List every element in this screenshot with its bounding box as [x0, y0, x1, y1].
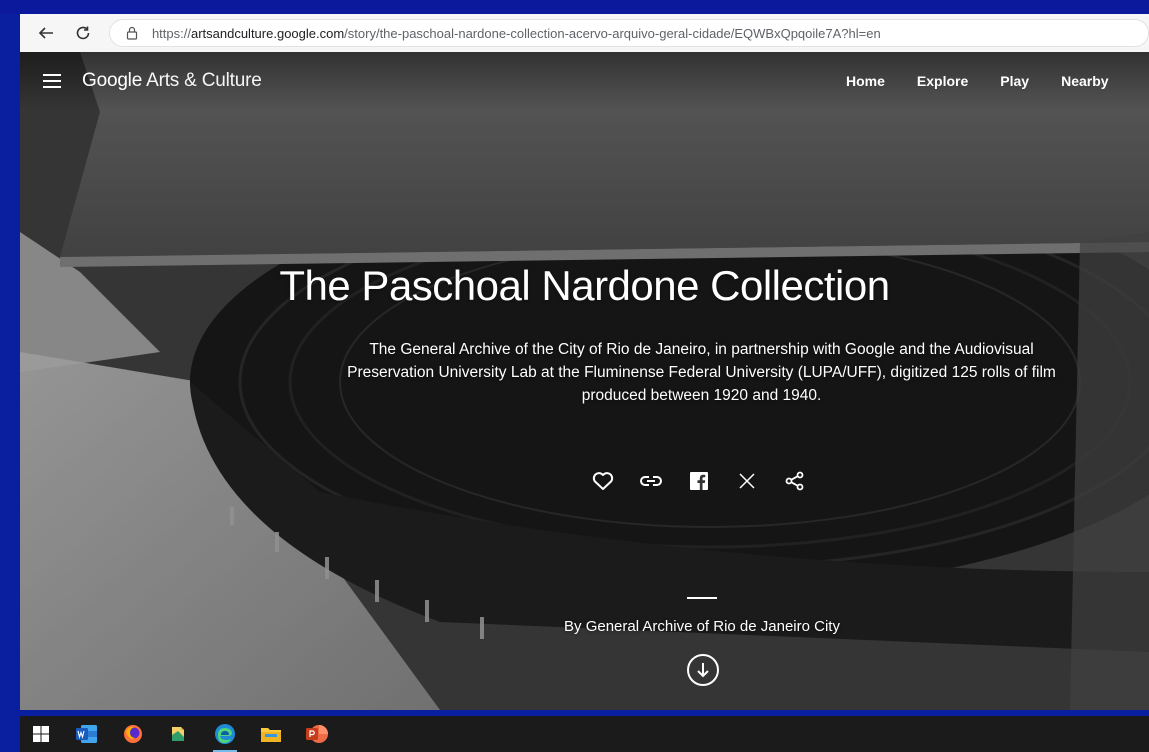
address-bar: https://artsandculture.google.com/story/…: [20, 14, 1149, 52]
taskbar-word[interactable]: [72, 719, 102, 749]
browser-window: https://artsandculture.google.com/story/…: [20, 14, 1149, 710]
file-explorer-icon: [261, 728, 281, 742]
taskbar-explorer-doc[interactable]: [164, 719, 194, 749]
nav-home[interactable]: Home: [846, 73, 885, 89]
nav-explore[interactable]: Explore: [917, 73, 968, 89]
firefox-icon: [124, 725, 142, 743]
x-icon: [739, 473, 755, 489]
story-page: Google Arts & Culture Home Explore Play …: [20, 52, 1149, 710]
site-logo[interactable]: Google Arts & Culture: [82, 70, 262, 92]
taskbar-powerpoint[interactable]: [302, 719, 332, 749]
reload-icon: [76, 26, 90, 40]
main-nav: Home Explore Play Nearby: [846, 52, 1109, 110]
taskbar-file-explorer[interactable]: [256, 719, 286, 749]
url-prefix: https://: [151, 25, 191, 41]
lock-icon: [124, 25, 140, 41]
facebook-icon: [690, 472, 708, 490]
url-domain: artsandculture.google.com: [190, 25, 345, 41]
share-x-button[interactable]: [736, 470, 758, 492]
share-facebook-button[interactable]: [688, 470, 710, 492]
powerpoint-icon: [306, 725, 328, 743]
heart-icon: [592, 472, 614, 490]
taskbar-firefox[interactable]: [118, 719, 148, 749]
story-subtitle: The General Archive of the City of Rio d…: [347, 341, 1056, 404]
byline-divider: [687, 597, 717, 599]
edge-icon: [215, 724, 235, 744]
nav-nearby[interactable]: Nearby: [1061, 73, 1108, 89]
url-text: https://artsandculture.google.com/story/…: [152, 26, 881, 41]
scroll-down-button[interactable]: [687, 654, 719, 686]
story-byline[interactable]: By General Archive of Rio de Janeiro Cit…: [20, 618, 1149, 635]
url-path: /story/the-paschoal-nardone-collection-a…: [344, 25, 881, 41]
windows-start-icon: [33, 726, 49, 742]
hamburger-menu-icon[interactable]: [42, 71, 62, 91]
favorite-button[interactable]: [592, 470, 614, 492]
story-actions: [592, 470, 806, 492]
nav-play[interactable]: Play: [1000, 73, 1029, 89]
logo-google-text: Google: [82, 70, 143, 91]
share-button[interactable]: [784, 470, 806, 492]
copy-link-button[interactable]: [640, 470, 662, 492]
word-icon: [76, 725, 97, 743]
taskbar-edge[interactable]: [210, 719, 240, 752]
windows-start-button[interactable]: [26, 719, 56, 749]
arrow-down-icon: [697, 663, 709, 678]
back-arrow-icon: [38, 27, 53, 39]
link-icon: [640, 476, 662, 486]
reload-button[interactable]: [69, 19, 96, 47]
share-icon: [785, 471, 804, 491]
file-explorer-doc-icon: [172, 727, 184, 741]
url-field[interactable]: https://artsandculture.google.com/story/…: [108, 19, 1149, 47]
story-title: The Paschoal Nardone Collection: [279, 262, 890, 309]
back-button[interactable]: [32, 19, 59, 47]
slide-frame-top: [0, 0, 1149, 14]
windows-taskbar: [20, 716, 1149, 752]
site-header: Google Arts & Culture Home Explore Play …: [20, 52, 1149, 110]
logo-arts-culture-text: Arts & Culture: [142, 70, 262, 91]
